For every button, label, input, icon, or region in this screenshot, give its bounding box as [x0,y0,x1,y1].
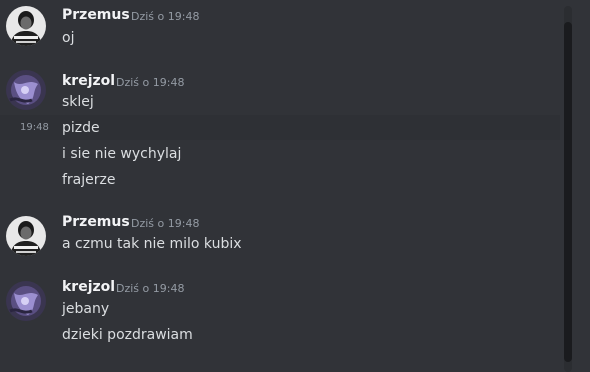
message-text: dzieki pozdrawiam [62,327,193,343]
avatar[interactable] [6,70,46,110]
avatar[interactable] [6,216,46,256]
message-timestamp[interactable]: Dziś o 19:48 [131,217,199,230]
scrollbar-thumb[interactable] [564,22,572,362]
message-timestamp[interactable]: Dziś o 19:48 [116,76,184,89]
message-text: sklej [62,94,94,110]
message-text: jebany [62,301,110,317]
purple-abstract-avatar-icon [6,281,46,321]
person-photo-avatar-icon [6,6,46,46]
message-timestamp[interactable]: Dziś o 19:48 [116,282,184,295]
avatar[interactable] [6,281,46,321]
username[interactable]: krejzol [62,279,115,295]
username[interactable]: Przemus [62,214,130,230]
chat-message-list[interactable]: 19:48 Przemus Dziś o 19:48 oj krejzol Dz… [0,0,590,372]
username[interactable]: krejzol [62,73,115,89]
username[interactable]: Przemus [62,7,130,23]
message-timestamp[interactable]: Dziś o 19:48 [131,10,199,23]
message-text: pizde [62,120,100,136]
message-text: i sie nie wychylaj [62,146,182,162]
person-photo-avatar-icon [6,216,46,256]
message-text: frajerze [62,172,116,188]
purple-abstract-avatar-icon [6,70,46,110]
message-text: a czmu tak nie milo kubix [62,236,242,252]
message-text: oj [62,30,75,46]
message-group: Przemus Dziś o 19:48 oj [0,0,564,56]
avatar[interactable] [6,6,46,46]
